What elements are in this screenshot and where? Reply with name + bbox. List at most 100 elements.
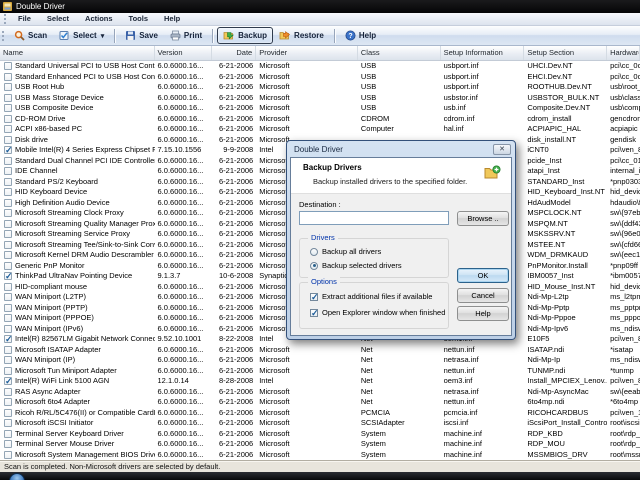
cell-name[interactable]: WAN Miniport (L2TP) [0,292,155,303]
table-row[interactable]: CD-ROM Drive6.0.6000.16...6-21-2006Micro… [0,114,640,125]
cell-name[interactable]: Standard Enhanced PCI to USB Host Contro… [0,72,155,83]
cell-name[interactable]: Standard PS/2 Keyboard [0,177,155,188]
column-header-provider[interactable]: Provider [256,46,358,60]
cell-name[interactable]: IDE Channel [0,166,155,177]
table-row[interactable]: RAS Async Adapter6.0.6000.16...6-21-2006… [0,387,640,398]
table-row[interactable]: ACPI x86-based PC6.0.6000.16...6-21-2006… [0,124,640,135]
cell-name[interactable]: Microsoft Kernel DRM Audio Descrambler [0,250,155,261]
checkbox-row-extract-files[interactable]: Extract additional files if available [310,292,432,301]
cell-name[interactable]: RAS Async Adapter [0,387,155,398]
cell-name[interactable]: Microsoft 6to4 Adapter [0,397,155,408]
cell-name[interactable]: Standard Universal PCI to USB Host Contr… [0,61,155,72]
table-row[interactable]: Terminal Server Keyboard Driver6.0.6000.… [0,429,640,440]
dialog-titlebar[interactable]: Double Driver ✕ [290,141,512,157]
table-row[interactable]: Standard Enhanced PCI to USB Host Contro… [0,72,640,83]
column-header-cls[interactable]: Class [358,46,441,60]
table-row[interactable]: Microsoft iSCSI Initiator6.0.6000.16...6… [0,418,640,429]
cell-name[interactable]: WAN Miniport (IPv6) [0,324,155,335]
row-checkbox[interactable] [4,398,12,406]
table-row[interactable]: USB Composite Device6.0.6000.16...6-21-2… [0,103,640,114]
row-checkbox[interactable] [4,335,12,343]
cell-name[interactable]: WAN Miniport (PPPOE) [0,313,155,324]
row-checkbox[interactable] [4,388,12,396]
row-checkbox[interactable] [4,377,12,385]
row-checkbox[interactable] [4,367,12,375]
row-checkbox[interactable] [4,220,12,228]
table-row[interactable]: Microsoft 6to4 Adapter6.0.6000.16...6-21… [0,397,640,408]
row-checkbox[interactable] [4,419,12,427]
close-icon[interactable]: ✕ [493,144,511,155]
row-checkbox[interactable] [4,94,12,102]
scan-button[interactable]: Scan [8,27,53,44]
select-button[interactable]: Select ▾ [53,27,110,44]
column-header-date[interactable]: Date [212,46,256,60]
row-checkbox[interactable] [4,178,12,186]
menu-select[interactable]: Select [39,13,77,25]
cell-name[interactable]: Ricoh R/RL/5C476(II) or Compatible CardB… [0,408,155,419]
radio-backup-all-drivers[interactable] [310,248,318,256]
row-checkbox[interactable] [4,136,12,144]
cell-name[interactable]: Disk drive [0,135,155,146]
cell-name[interactable]: WAN Miniport (PPTP) [0,303,155,314]
cell-name[interactable]: Terminal Server Mouse Driver [0,439,155,450]
column-header-inf[interactable]: Setup Information [441,46,525,60]
row-checkbox[interactable] [4,73,12,81]
checkbox-open-explorer[interactable] [310,309,318,317]
menu-file[interactable]: File [10,13,39,25]
table-row[interactable]: Ricoh R/RL/5C476(II) or Compatible CardB… [0,408,640,419]
table-row[interactable]: Microsoft System Management BIOS Driver6… [0,450,640,461]
row-checkbox[interactable] [4,251,12,259]
cell-name[interactable]: WAN Miniport (IP) [0,355,155,366]
backup-button[interactable]: Backup [217,27,273,44]
column-header-name[interactable]: Name [0,46,155,60]
row-checkbox[interactable] [4,356,12,364]
row-checkbox[interactable] [4,230,12,238]
restore-button[interactable]: Restore [273,27,330,44]
menu-tools[interactable]: Tools [121,13,156,25]
cell-name[interactable]: HID-compliant mouse [0,282,155,293]
row-checkbox[interactable] [4,283,12,291]
cell-name[interactable]: ACPI x86-based PC [0,124,155,135]
row-checkbox[interactable] [4,199,12,207]
table-row[interactable]: Microsoft Tun Miniport Adapter6.0.6000.1… [0,366,640,377]
table-row[interactable]: Intel(R) WiFi Link 5100 AGN12.1.0.148-28… [0,376,640,387]
window-titlebar[interactable]: Double Driver [0,0,640,13]
table-row[interactable]: WAN Miniport (IP)6.0.6000.16...6-21-2006… [0,355,640,366]
menu-actions[interactable]: Actions [77,13,121,25]
table-row[interactable]: Standard Universal PCI to USB Host Contr… [0,61,640,72]
row-checkbox[interactable] [4,293,12,301]
row-checkbox[interactable] [4,115,12,123]
row-checkbox[interactable] [4,209,12,217]
cell-name[interactable]: Intel(R) 82567LM Gigabit Network Connect… [0,334,155,345]
cell-name[interactable]: Generic PnP Monitor [0,261,155,272]
table-row[interactable]: USB Root Hub6.0.6000.16...6-21-2006Micro… [0,82,640,93]
row-checkbox[interactable] [4,62,12,70]
cell-name[interactable]: Microsoft Streaming Tee/Sink-to-Sink Con… [0,240,155,251]
cell-name[interactable]: HID Keyboard Device [0,187,155,198]
cell-name[interactable]: Microsoft ISATAP Adapter [0,345,155,356]
table-row[interactable]: Terminal Server Mouse Driver6.0.6000.16.… [0,439,640,450]
row-checkbox[interactable] [4,104,12,112]
row-checkbox[interactable] [4,440,12,448]
row-checkbox[interactable] [4,188,12,196]
row-checkbox[interactable] [4,346,12,354]
cell-name[interactable]: CD-ROM Drive [0,114,155,125]
row-checkbox[interactable] [4,125,12,133]
save-button[interactable]: Save [119,27,164,44]
radio-row-backup-all[interactable]: Backup all drivers [310,247,381,256]
destination-input[interactable] [299,211,449,225]
row-checkbox[interactable] [4,146,12,154]
radio-row-backup-selected[interactable]: Backup selected drivers [310,261,402,270]
print-button[interactable]: Print [164,27,208,44]
dialog-help-button[interactable]: Help [457,306,509,321]
start-orb[interactable] [9,473,25,480]
column-header-section[interactable]: Setup Section [524,46,607,60]
row-checkbox[interactable] [4,241,12,249]
radio-backup-selected-drivers[interactable] [310,262,318,270]
cell-name[interactable]: Terminal Server Keyboard Driver [0,429,155,440]
row-checkbox[interactable] [4,304,12,312]
row-checkbox[interactable] [4,325,12,333]
row-checkbox[interactable] [4,262,12,270]
menu-help[interactable]: Help [156,13,188,25]
checkbox-extract-additional-files[interactable] [310,293,318,301]
